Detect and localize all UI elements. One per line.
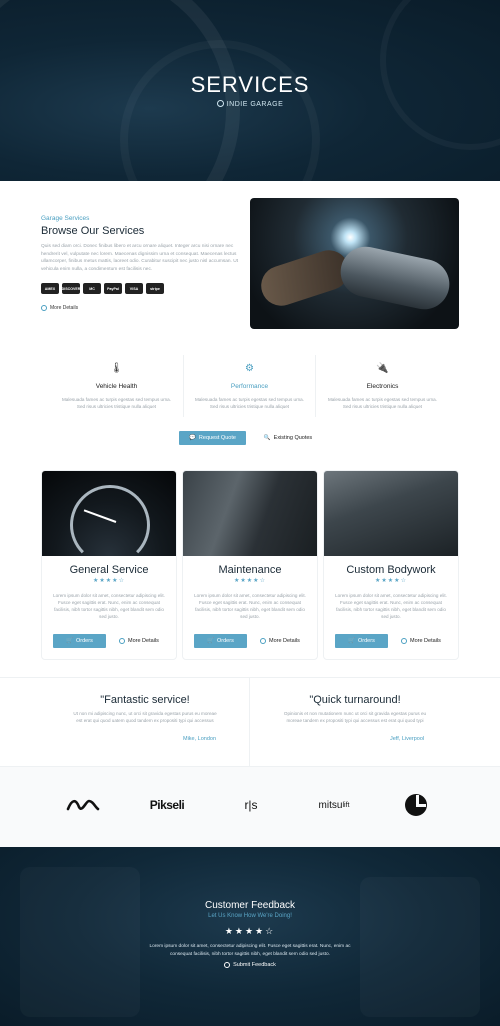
stripe-icon: stripe <box>146 283 164 294</box>
arrow-circle-icon <box>260 638 266 644</box>
wave-logo-icon <box>63 795 103 815</box>
mitsulift-logo-sup: lift <box>342 801 350 809</box>
page-title: SERVICES <box>190 72 310 97</box>
paypal-icon: PayPal <box>104 283 122 294</box>
service-description: Lorem ipsum dolor sit amet, consectetur … <box>53 593 165 620</box>
background-engine-shape <box>20 867 140 1017</box>
orders-button[interactable]: 🛒 Orders <box>194 634 247 648</box>
feature-title: Performance <box>230 383 269 390</box>
request-quote-label: Request Quote <box>198 435 236 441</box>
c-circle-logo-icon <box>403 794 429 816</box>
more-details-link[interactable]: More Details <box>119 634 159 648</box>
feedback-star-rating[interactable]: ★★★★☆ <box>0 926 500 937</box>
gauge-ring <box>70 485 150 565</box>
arrow-circle-icon <box>224 962 231 968</box>
feature-text: Malesuada fames ac turpis egestas sed te… <box>194 397 305 409</box>
orders-label: Orders <box>358 638 375 644</box>
mechanic-underbody-photo <box>324 471 458 556</box>
feature-performance: ⚙ Performance Malesuada fames ac turpis … <box>183 355 316 417</box>
speedometer-photo <box>42 471 176 565</box>
service-description: Lorem ipsum dolor sit amet, consectetur … <box>194 593 306 620</box>
testimonial-divider <box>249 677 250 767</box>
amex-card-icon: AMEX <box>41 283 59 294</box>
mitsulift-logo: mitsu lift <box>312 795 356 815</box>
service-title: Maintenance <box>218 564 282 576</box>
section-title: Browse Our Services <box>41 225 145 237</box>
feedback-text: Lorem ipsum dolor sit amet, consectetur … <box>149 944 351 957</box>
star-rating: ★★★★☆ <box>375 578 407 584</box>
service-card-general: General Service ★★★★☆ Lorem ipsum dolor … <box>41 470 177 660</box>
more-details-link[interactable]: More Details <box>260 634 300 648</box>
search-icon: 🔍 <box>263 435 271 441</box>
submit-feedback-label: Submit Feedback <box>233 962 276 968</box>
submit-feedback-button[interactable]: Submit Feedback <box>0 962 500 968</box>
photo-arm-shape <box>256 245 354 311</box>
pikseli-logo: Pikseli <box>149 798 185 812</box>
feature-text: Malesuada fames ac turpis egestas sed te… <box>327 397 438 409</box>
cart-icon: 🛒 <box>66 638 74 644</box>
home-circle-icon <box>216 100 224 107</box>
intro-more-details-link[interactable]: More Details <box>41 305 78 311</box>
payment-methods: AMEX DISCOVER MC PayPal VISA stripe <box>41 283 164 294</box>
orders-label: Orders <box>217 638 234 644</box>
visa-card-icon: VISA <box>125 283 143 294</box>
cart-icon: 🛒 <box>348 638 356 644</box>
orders-button[interactable]: 🛒 Orders <box>53 634 106 648</box>
section-eyebrow: Garage Services <box>41 215 90 222</box>
breadcrumb-label: INDIE GARAGE <box>226 101 284 108</box>
more-details-label: More Details <box>50 305 79 311</box>
arrow-circle-icon <box>401 638 407 644</box>
testimonial-quote: "Quick turnaround! <box>309 694 401 706</box>
feedback-subtitle: Let Us Know How We're Doing! <box>208 913 292 919</box>
background-engine-shape-right <box>360 877 480 1017</box>
request-quote-button[interactable]: 💬 Request Quote <box>179 431 246 445</box>
feature-vehicle-health: 🌡 Vehicle Health Malesuada fames ac turp… <box>50 355 183 417</box>
feature-title: Vehicle Health <box>95 383 138 390</box>
more-details-label: More Details <box>410 638 441 644</box>
arrow-circle-icon <box>119 638 125 644</box>
service-title: Custom Bodywork <box>346 564 436 576</box>
thermometer-icon: 🌡 <box>110 363 123 374</box>
orders-label: Orders <box>76 638 93 644</box>
testimonial-text: Ut non mi adipiscing nunc, ut orci sit g… <box>73 711 217 723</box>
star-rating: ★★★★☆ <box>234 578 266 584</box>
feature-electronics: 🔌 Electronics Malesuada fames ac turpis … <box>316 355 449 417</box>
cart-icon: 🛒 <box>207 638 215 644</box>
more-details-label: More Details <box>128 638 159 644</box>
mitsulift-logo-main: mitsu <box>318 799 343 811</box>
service-description: Lorem ipsum dolor sit amet, consectetur … <box>335 593 447 620</box>
testimonial-author: Mike, London <box>183 736 217 742</box>
feature-text: Malesuada fames ac turpis egestas sed te… <box>61 397 172 409</box>
mastercard-icon: MC <box>83 283 101 294</box>
existing-quotes-label: Existing Quotes <box>273 435 313 441</box>
orders-button[interactable]: 🛒 Orders <box>335 634 388 648</box>
testimonial-text: Opinionis et non mutationem nunc ut orci… <box>283 711 427 723</box>
breadcrumb[interactable]: INDIE GARAGE <box>0 100 500 108</box>
service-card-bodywork: Custom Bodywork ★★★★☆ Lorem ipsum dolor … <box>323 470 459 660</box>
more-details-label: More Details <box>269 638 300 644</box>
star-rating: ★★★★☆ <box>93 578 125 584</box>
rs-logo: r|s <box>244 798 258 812</box>
testimonial-author: Jeff, Liverpool <box>390 736 425 742</box>
chat-icon: 💬 <box>189 435 196 441</box>
more-details-link[interactable]: More Details <box>401 634 441 648</box>
plug-icon: 🔌 <box>376 363 389 374</box>
gears-icon: ⚙ <box>245 363 254 374</box>
arrow-circle-icon <box>41 305 47 311</box>
discover-card-icon: DISCOVER <box>62 283 80 294</box>
photo-pipe-shape <box>336 242 454 314</box>
section-description: Quis sed diam orci. Donec finibus libero… <box>41 244 239 273</box>
service-card-maintenance: Maintenance ★★★★☆ Lorem ipsum dolor sit … <box>182 470 318 660</box>
feedback-title: Customer Feedback <box>204 900 296 911</box>
mechanic-engine-photo <box>183 471 317 556</box>
testimonial-quote: "Fantastic service! <box>100 694 190 706</box>
service-title: General Service <box>69 564 149 576</box>
existing-quotes-button[interactable]: 🔍 Existing Quotes <box>258 431 318 445</box>
welding-photo <box>250 198 459 329</box>
feature-title: Electronics <box>366 383 399 390</box>
